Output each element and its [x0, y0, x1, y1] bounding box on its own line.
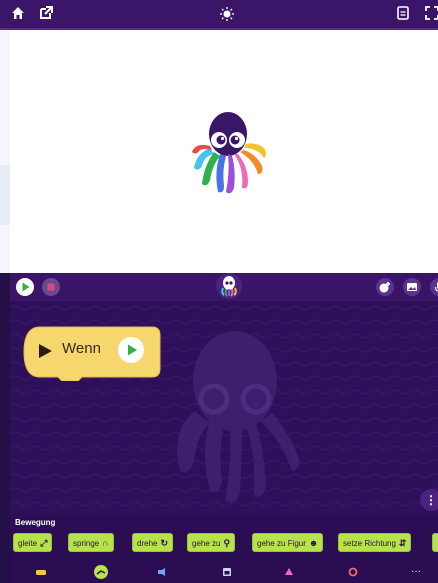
category-repeat-icon[interactable] — [346, 565, 360, 579]
background-image-icon[interactable] — [403, 278, 421, 296]
octopus-sprite[interactable] — [188, 108, 268, 196]
when-label: Wenn — [62, 340, 101, 357]
home-icon[interactable] — [10, 6, 26, 22]
editor-toolbar: ▼ — [10, 273, 438, 310]
stage[interactable] — [10, 30, 438, 273]
category-looks-icon[interactable] — [155, 565, 169, 579]
direction-icon: ⇵ — [398, 538, 407, 548]
sprite-face-icon: ☻ — [308, 538, 319, 548]
add-character-icon[interactable] — [376, 278, 394, 296]
category-sound-icon[interactable] — [282, 565, 296, 579]
rotate-icon: ↻ — [160, 538, 169, 548]
block-go-to[interactable]: gehe zu ⚲ — [187, 533, 236, 552]
block-palette: Bewegung gleite ⤢ springe ∩ drehe ↻ gehe zu… — [10, 515, 438, 561]
block-turn[interactable]: drehe ↻ — [132, 533, 174, 552]
play-icon — [36, 342, 54, 365]
stop-button[interactable] — [42, 278, 60, 296]
block-go-to-sprite[interactable]: gehe zu Figur ☻ — [252, 533, 324, 552]
category-control-icon[interactable] — [220, 565, 234, 579]
block-glide[interactable]: gleite ⤢ — [13, 533, 53, 552]
category-motion-icon[interactable] — [94, 565, 108, 579]
external-link-icon[interactable] — [38, 6, 54, 22]
jump-arc-icon: ∩ — [102, 538, 109, 548]
category-bar: ··· — [10, 561, 438, 583]
fullscreen-icon[interactable] — [424, 6, 438, 22]
document-icon[interactable] — [395, 6, 411, 22]
left-edge — [0, 273, 10, 583]
category-events-icon[interactable] — [34, 565, 48, 579]
when-flag-block[interactable]: Wenn — [22, 325, 162, 381]
green-flag-badge — [118, 337, 144, 363]
block-label: springe — [73, 539, 100, 548]
category-more-icon[interactable]: ··· — [406, 565, 426, 579]
block-label: gleite — [18, 539, 38, 548]
block-jump[interactable]: springe ∩ — [68, 533, 114, 552]
block-label: setze Richtung — [343, 539, 396, 548]
lightbulb-icon[interactable] — [219, 6, 235, 22]
palette-category-title: Bewegung — [15, 518, 56, 527]
block-partial[interactable] — [432, 533, 438, 552]
block-set-direction[interactable]: setze Richtung ⇵ — [338, 533, 412, 552]
location-pin-icon: ⚲ — [223, 538, 231, 548]
diagonal-arrow-icon: ⤢ — [40, 538, 48, 548]
stage-left-edge — [0, 30, 10, 273]
block-label: gehe zu — [192, 539, 221, 548]
block-label: drehe — [137, 539, 158, 548]
green-flag-button[interactable] — [16, 278, 34, 296]
microphone-icon[interactable] — [430, 278, 438, 296]
workspace-more-button[interactable]: ⋮ — [420, 489, 438, 511]
top-bar — [0, 0, 438, 30]
sprite-selector[interactable] — [216, 273, 242, 299]
block-label: gehe zu Figur — [257, 539, 306, 548]
